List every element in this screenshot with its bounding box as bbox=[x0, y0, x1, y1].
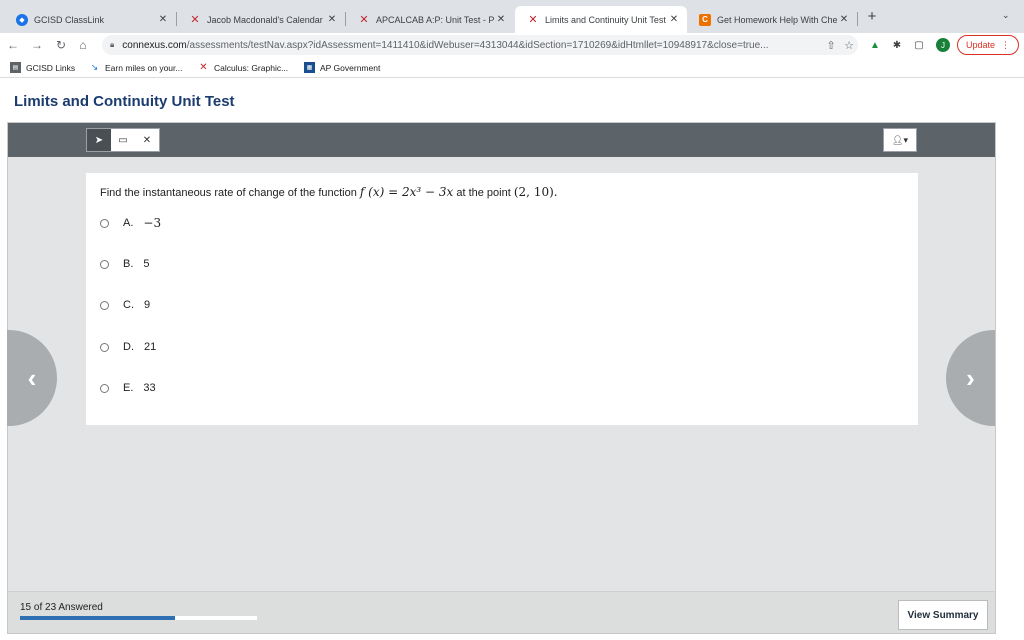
question-middle: at the point bbox=[456, 187, 511, 199]
answer-choice-c[interactable]: C. 9 bbox=[100, 297, 150, 313]
choice-letter: D. bbox=[123, 341, 134, 353]
chevron-down-icon: ▾ bbox=[903, 134, 908, 145]
forward-arrow-icon[interactable]: → bbox=[28, 36, 46, 54]
tab-chegg[interactable]: C Get Homework Help With Che ✕ bbox=[687, 6, 857, 33]
close-icon[interactable]: ✕ bbox=[156, 14, 170, 25]
bookmarks-bar: ▤ GCISD Links ↘ Earn miles on your... ✕ … bbox=[0, 57, 1024, 78]
progress-text: 15 of 23 Answered bbox=[20, 602, 103, 613]
question-prefix: Find the instantaneous rate of change of… bbox=[100, 187, 357, 199]
tab-gcisd-classlink[interactable]: ◆ GCISD ClassLink ✕ bbox=[4, 6, 176, 33]
chevron-right-icon: › bbox=[966, 362, 975, 393]
bookmark-calculus-graphic[interactable]: ✕ Calculus: Graphic... bbox=[198, 61, 288, 74]
test-toolbar: ➤ ▭ ✕ 👤︎ ▾ bbox=[8, 123, 995, 157]
close-icon[interactable]: ✕ bbox=[325, 14, 339, 25]
page-title: Limits and Continuity Unit Test bbox=[14, 93, 235, 110]
star-icon[interactable]: ☆ bbox=[840, 39, 858, 52]
pointer-icon[interactable]: ➤ bbox=[87, 129, 111, 151]
google-drive-icon[interactable]: ▲ bbox=[868, 38, 882, 52]
address-bar[interactable]: 🔒︎ connexus.com/assessments/testNav.aspx… bbox=[102, 35, 858, 55]
choice-value: 5 bbox=[143, 258, 150, 270]
close-icon[interactable]: ✕ bbox=[494, 14, 508, 25]
radio-button[interactable] bbox=[100, 342, 109, 352]
user-icon: 👤︎ bbox=[892, 134, 904, 145]
close-icon[interactable]: ✕ bbox=[837, 14, 851, 25]
tab-title: Limits and Continuity Unit Test bbox=[545, 14, 666, 25]
radio-button[interactable] bbox=[100, 259, 109, 269]
new-tab-button[interactable]: + bbox=[864, 8, 880, 25]
bookmark-label: Earn miles on your... bbox=[105, 62, 183, 73]
browser-toolbar: ← → ↻ ⌂ 🔒︎ connexus.com/assessments/test… bbox=[0, 33, 1024, 57]
choice-value: −3 bbox=[143, 216, 162, 230]
update-label: Update bbox=[965, 40, 996, 50]
answer-choice-b[interactable]: B. 5 bbox=[100, 256, 150, 272]
bookmark-earn-miles[interactable]: ↘ Earn miles on your... bbox=[89, 61, 183, 74]
choice-value: 21 bbox=[144, 341, 157, 353]
eliminate-choice-icon[interactable]: ✕ bbox=[135, 129, 159, 151]
answer-choice-d[interactable]: D. 21 bbox=[100, 339, 156, 355]
radio-button[interactable] bbox=[100, 300, 109, 310]
update-button[interactable]: Update ⋮ bbox=[957, 35, 1019, 55]
bookmark-gcisd-links[interactable]: ▤ GCISD Links bbox=[10, 61, 75, 74]
tab-title: GCISD ClassLink bbox=[34, 14, 105, 25]
connexus-icon: ✕ bbox=[528, 14, 538, 26]
back-arrow-icon[interactable]: ← bbox=[4, 36, 22, 54]
connexus-icon: ✕ bbox=[190, 14, 200, 26]
sidebar-icon[interactable]: ▢ bbox=[912, 38, 926, 52]
tab-search-chevron-icon[interactable]: ⌄ bbox=[1002, 10, 1010, 21]
profile-avatar[interactable]: J bbox=[936, 38, 950, 52]
user-menu-button[interactable]: 👤︎ ▾ bbox=[883, 128, 917, 152]
tab-apcalcab-unit-test[interactable]: ✕ APCALCAB A:P: Unit Test - Pa ✕ bbox=[346, 6, 514, 33]
close-icon[interactable]: ✕ bbox=[667, 14, 681, 25]
choice-value: 9 bbox=[144, 299, 151, 311]
url-path: /assessments/testNav.aspx?idAssessment=1… bbox=[186, 39, 769, 51]
choice-letter: A. bbox=[123, 217, 134, 229]
connexus-icon: ✕ bbox=[199, 62, 208, 73]
test-frame: ➤ ▭ ✕ 👤︎ ▾ Find the instantaneous rate o… bbox=[7, 122, 996, 634]
tab-jacob-calendar[interactable]: ✕ Jacob Macdonald's Calendar ✕ bbox=[177, 6, 345, 33]
reload-icon[interactable]: ↻ bbox=[52, 36, 70, 54]
chevron-left-icon: ‹ bbox=[27, 362, 37, 393]
tool-group: ➤ ▭ ✕ bbox=[86, 128, 160, 152]
news-icon: ▤ bbox=[10, 62, 21, 73]
chegg-icon: C bbox=[699, 13, 711, 26]
gov-icon: ▦ bbox=[304, 62, 315, 73]
browser-tab-strip: ◆ GCISD ClassLink ✕ ✕ Jacob Macdonald's … bbox=[0, 0, 1024, 33]
tab-title: Jacob Macdonald's Calendar bbox=[207, 14, 323, 25]
tab-title: Get Homework Help With Che bbox=[717, 14, 837, 25]
view-summary-button[interactable]: View Summary bbox=[898, 600, 988, 630]
question-card: Find the instantaneous rate of change of… bbox=[86, 173, 918, 425]
choice-value: 33 bbox=[143, 382, 156, 394]
test-footer: 15 of 23 Answered View Summary bbox=[8, 591, 995, 633]
kebab-menu-icon: ⋮ bbox=[1001, 39, 1011, 50]
progress-bar bbox=[20, 616, 257, 620]
lock-icon: 🔒︎ bbox=[110, 40, 115, 49]
question-function: f (x) = 2x³ − 3x bbox=[359, 185, 454, 199]
connexus-icon: ✕ bbox=[359, 14, 369, 26]
choice-letter: C. bbox=[123, 299, 134, 311]
bookmark-label: AP Government bbox=[320, 62, 381, 73]
bookmark-label: GCISD Links bbox=[26, 62, 76, 73]
tab-limits-continuity[interactable]: ✕ Limits and Continuity Unit Test ✕ bbox=[515, 6, 687, 33]
url-host: connexus.com bbox=[122, 39, 187, 51]
radio-button[interactable] bbox=[100, 383, 109, 393]
share-icon[interactable]: ⇧ bbox=[822, 39, 840, 52]
choice-letter: E. bbox=[123, 382, 134, 394]
flag-icon: ↘ bbox=[90, 62, 99, 72]
bookmark-label: Calculus: Graphic... bbox=[214, 62, 289, 73]
question-text: Find the instantaneous rate of change of… bbox=[100, 185, 558, 199]
choice-letter: B. bbox=[123, 258, 134, 270]
globe-icon: ◆ bbox=[16, 13, 28, 26]
question-point: (2, 10). bbox=[513, 185, 558, 199]
bookmark-ap-government[interactable]: ▦ AP Government bbox=[304, 61, 380, 74]
answer-choice-a[interactable]: A. −3 bbox=[100, 215, 161, 231]
url-text: connexus.com/assessments/testNav.aspx?id… bbox=[122, 40, 822, 51]
notepad-icon[interactable]: ▭ bbox=[111, 129, 135, 151]
radio-button[interactable] bbox=[100, 218, 109, 228]
progress-bar-fill bbox=[20, 616, 175, 620]
answer-choice-e[interactable]: E. 33 bbox=[100, 380, 156, 396]
home-icon[interactable]: ⌂ bbox=[74, 36, 92, 54]
tab-separator bbox=[857, 12, 858, 26]
extensions-puzzle-icon[interactable]: ✱ bbox=[890, 38, 904, 52]
tab-title: APCALCAB A:P: Unit Test - Pa bbox=[376, 14, 494, 25]
